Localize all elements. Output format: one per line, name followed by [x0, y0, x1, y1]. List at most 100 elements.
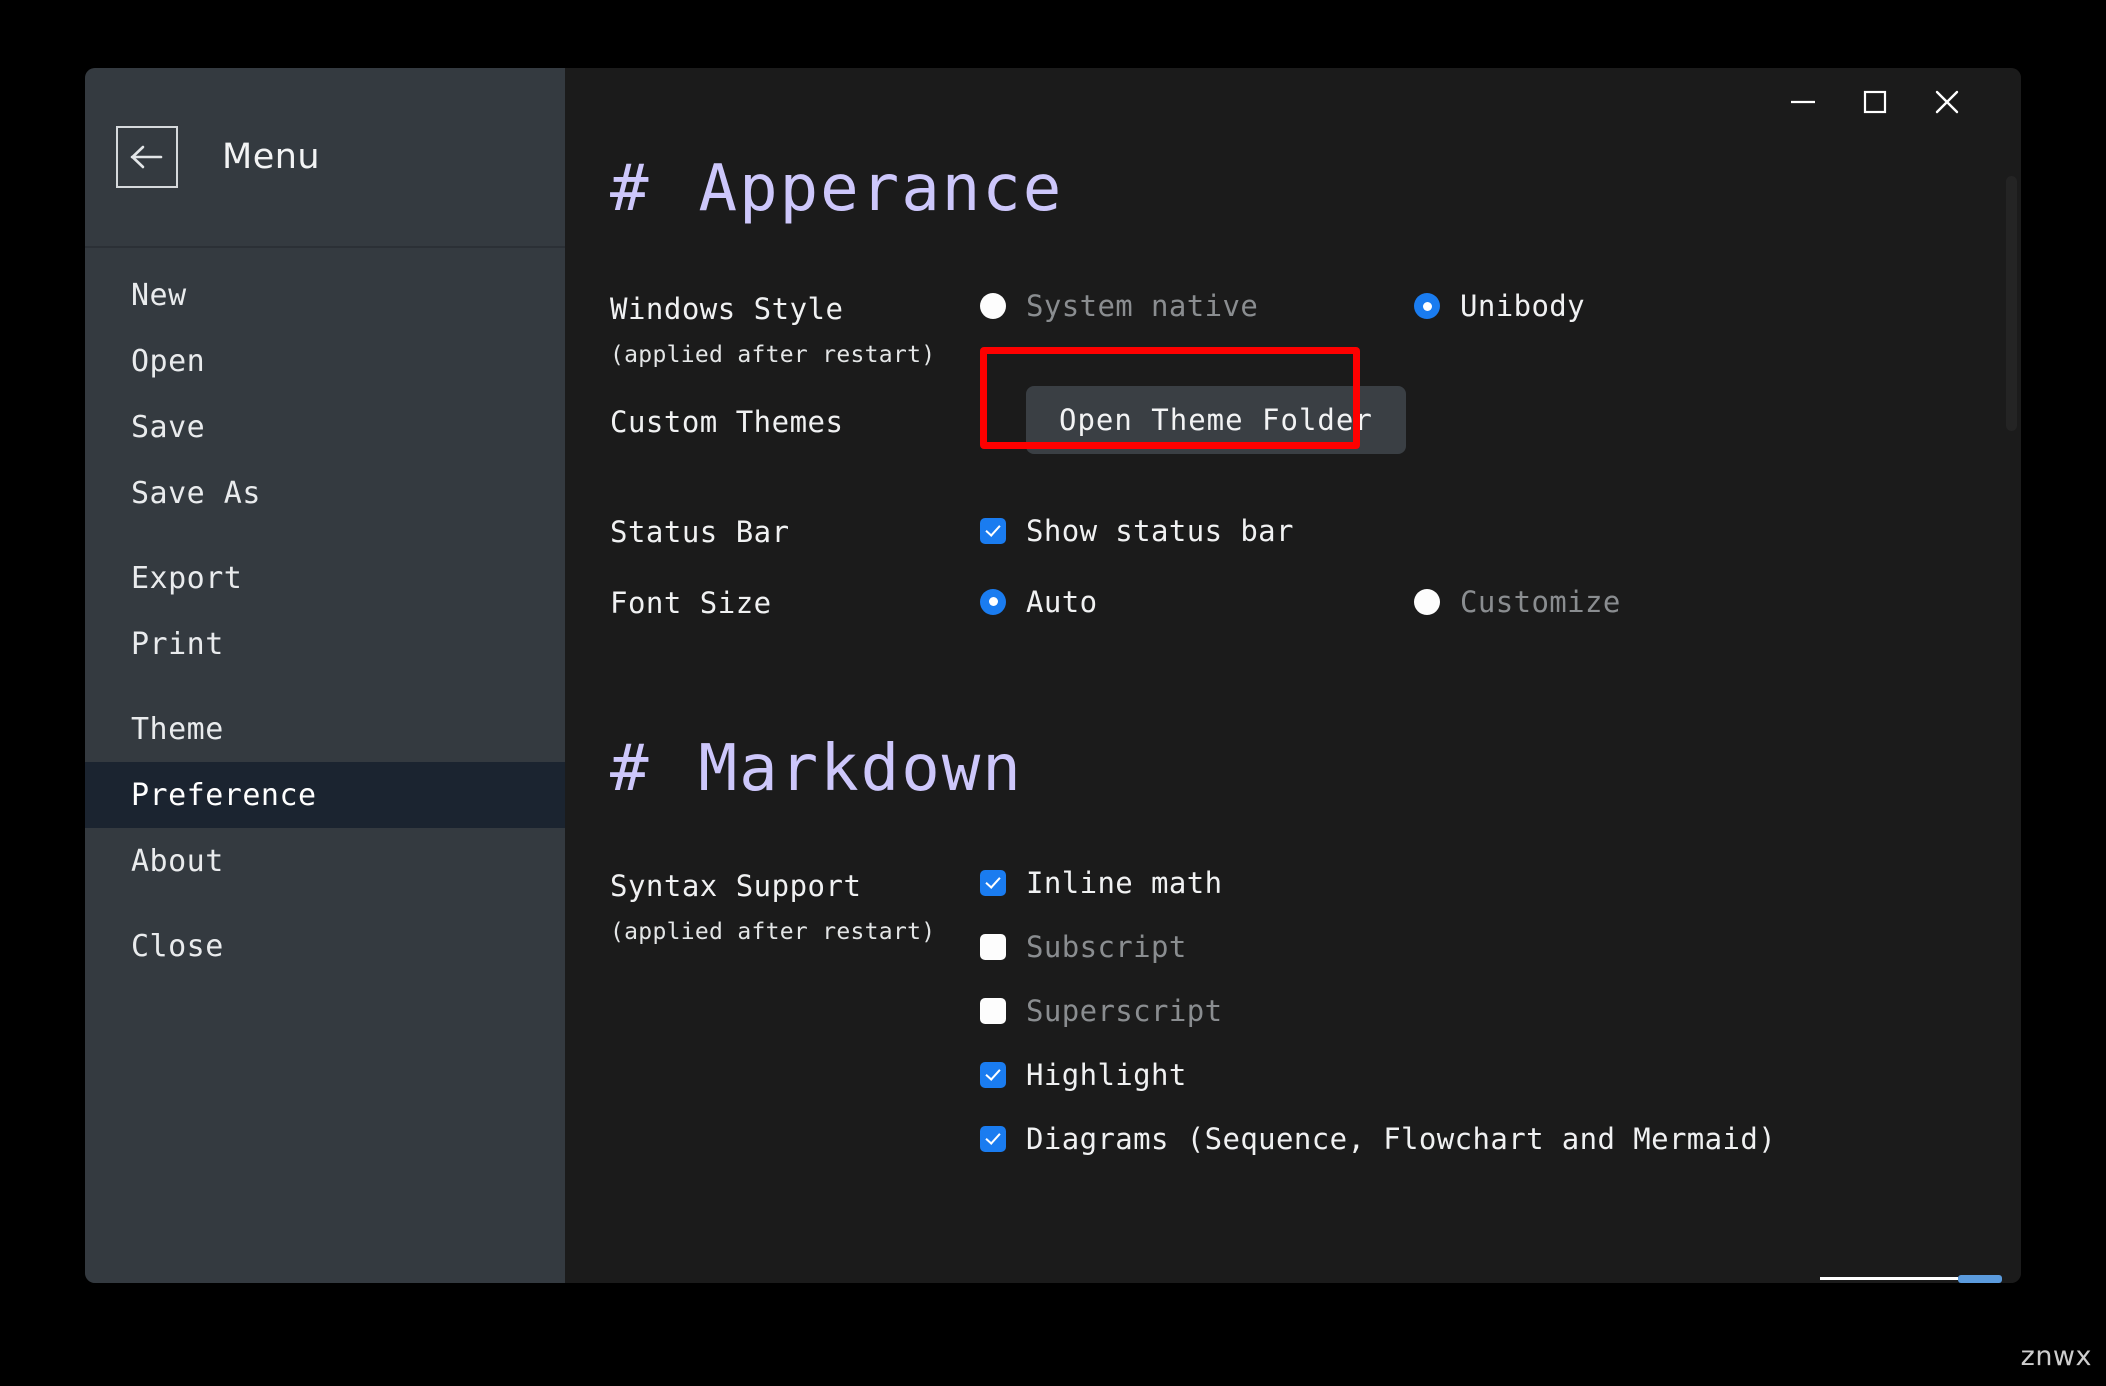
close-icon — [1932, 87, 1962, 117]
sidebar-item-label: New — [131, 278, 187, 313]
slider-track — [1820, 1277, 1958, 1280]
open-theme-folder-button[interactable]: Open Theme Folder — [1026, 386, 1406, 454]
main-panel: # Apperance Windows Style (applied after… — [565, 68, 2021, 1283]
radio-label: Unibody — [1460, 289, 1585, 323]
sidebar-item-new[interactable]: New — [85, 262, 565, 328]
maximize-icon — [1861, 88, 1889, 116]
checkbox-label: Highlight — [1026, 1058, 1187, 1092]
maximize-button[interactable] — [1839, 74, 1911, 130]
radio-option-unibody[interactable]: Unibody — [1414, 289, 1585, 323]
checkbox-option-diagrams[interactable]: Diagrams (Sequence, Flowchart and Mermai… — [980, 1122, 1776, 1156]
sidebar-item-export[interactable]: Export — [85, 545, 565, 611]
checkbox-indicator — [980, 934, 1006, 960]
sidebar-item-label: Export — [131, 561, 242, 596]
checkbox-indicator — [980, 1126, 1006, 1152]
setting-row-syntax-support: Syntax Support (applied after restart) I… — [565, 866, 2021, 1156]
setting-label-status-bar: Status Bar — [610, 512, 980, 549]
sidebar-item-preference[interactable]: Preference — [85, 762, 565, 828]
setting-label-custom-themes: Custom Themes — [610, 402, 980, 439]
minimize-button[interactable] — [1767, 74, 1839, 130]
setting-row-windows-style: Windows Style (applied after restart) Sy… — [565, 289, 2021, 368]
sidebar-item-label: Preference — [131, 778, 317, 813]
minimize-icon — [1788, 94, 1818, 110]
menu-title: Menu — [222, 137, 320, 177]
label-text: Status Bar — [610, 515, 790, 549]
checkbox-option-highlight[interactable]: Highlight — [980, 1058, 1187, 1092]
setting-label-windows-style: Windows Style (applied after restart) — [610, 289, 980, 368]
font-size-options: Auto Customize — [980, 585, 2021, 619]
open-theme-folder-wrapper: Open Theme Folder — [1026, 386, 1406, 454]
radio-option-system-native[interactable]: System native — [980, 289, 1414, 323]
radio-label: Auto — [1026, 585, 1097, 619]
radio-label: Customize — [1460, 585, 1621, 619]
setting-row-font-size: Font Size Auto Customize — [565, 583, 2021, 620]
sidebar-item-label: About — [131, 844, 224, 879]
heading-text: Markdown — [699, 732, 1023, 806]
status-bar-options: Show status bar — [980, 514, 2021, 548]
setting-row-status-bar: Status Bar Show status bar — [565, 512, 2021, 549]
radio-option-customize[interactable]: Customize — [1414, 585, 1621, 619]
syntax-support-options: Inline math Subscript Superscript Highli… — [980, 866, 2021, 1156]
label-text: Syntax Support — [610, 869, 861, 903]
settings-content: # Apperance Windows Style (applied after… — [565, 68, 2021, 1283]
setting-label-syntax-support: Syntax Support (applied after restart) — [610, 866, 980, 945]
setting-label-font-size: Font Size — [610, 583, 980, 620]
checkbox-option-show-status-bar[interactable]: Show status bar — [980, 514, 1294, 548]
slider-knob[interactable] — [1958, 1275, 2002, 1283]
checkbox-option-subscript[interactable]: Subscript — [980, 930, 1187, 964]
arrow-left-icon — [130, 144, 164, 170]
sidebar-item-save[interactable]: Save — [85, 394, 565, 460]
custom-themes-options: Open Theme Folder — [980, 386, 2021, 454]
back-button[interactable] — [116, 126, 178, 188]
sidebar-nav: New Open Save Save As Export Print Theme… — [85, 248, 565, 1283]
sidebar-item-label: Open — [131, 344, 205, 379]
sidebar-item-close[interactable]: Close — [85, 913, 565, 979]
checkbox-indicator — [980, 518, 1006, 544]
checkbox-label: Superscript — [1026, 994, 1222, 1028]
sidebar-item-theme[interactable]: Theme — [85, 696, 565, 762]
heading-text: Apperance — [699, 152, 1064, 226]
scrollbar-thumb[interactable] — [2006, 176, 2017, 431]
label-text: Custom Themes — [610, 405, 843, 439]
windows-style-options: System native Unibody — [980, 289, 2021, 323]
checkbox-option-inline-math[interactable]: Inline math — [980, 866, 1222, 900]
checkbox-label: Diagrams (Sequence, Flowchart and Mermai… — [1026, 1122, 1776, 1156]
close-button[interactable] — [1911, 74, 1983, 130]
heading-hash: # — [610, 152, 651, 226]
label-sublabel: (applied after restart) — [610, 919, 980, 945]
radio-option-auto[interactable]: Auto — [980, 585, 1414, 619]
setting-row-custom-themes: Custom Themes Open Theme Folder — [565, 386, 2021, 454]
checkbox-label: Subscript — [1026, 930, 1187, 964]
label-text: Windows Style — [610, 292, 843, 326]
radio-indicator — [1414, 589, 1440, 615]
checkbox-indicator — [980, 1062, 1006, 1088]
app-window: Menu New Open Save Save As Export Print … — [85, 68, 2021, 1283]
sidebar-item-print[interactable]: Print — [85, 611, 565, 677]
sidebar-item-open[interactable]: Open — [85, 328, 565, 394]
sidebar: Menu New Open Save Save As Export Print … — [85, 68, 565, 1283]
sidebar-item-label: Print — [131, 627, 224, 662]
sidebar-item-label: Close — [131, 929, 224, 964]
radio-indicator — [980, 589, 1006, 615]
sidebar-item-label: Save — [131, 410, 205, 445]
watermark: znwx — [2021, 1341, 2092, 1372]
window-titlebar — [565, 68, 2021, 136]
checkbox-label: Show status bar — [1026, 514, 1294, 548]
label-sublabel: (applied after restart) — [610, 342, 980, 368]
checkbox-indicator — [980, 870, 1006, 896]
heading-hash: # — [610, 732, 651, 806]
checkbox-label: Inline math — [1026, 866, 1222, 900]
radio-indicator — [980, 293, 1006, 319]
sidebar-item-about[interactable]: About — [85, 828, 565, 894]
checkbox-option-superscript[interactable]: Superscript — [980, 994, 1222, 1028]
label-text: Font Size — [610, 586, 772, 620]
sidebar-item-label: Theme — [131, 712, 224, 747]
checkbox-indicator — [980, 998, 1006, 1024]
radio-label: System native — [1026, 289, 1258, 323]
partial-slider-control[interactable] — [1820, 1277, 2020, 1283]
section-heading-apperance: # Apperance — [565, 152, 2021, 226]
sidebar-header: Menu — [85, 68, 565, 248]
radio-indicator — [1414, 293, 1440, 319]
sidebar-item-save-as[interactable]: Save As — [85, 460, 565, 526]
sidebar-item-label: Save As — [131, 476, 261, 511]
